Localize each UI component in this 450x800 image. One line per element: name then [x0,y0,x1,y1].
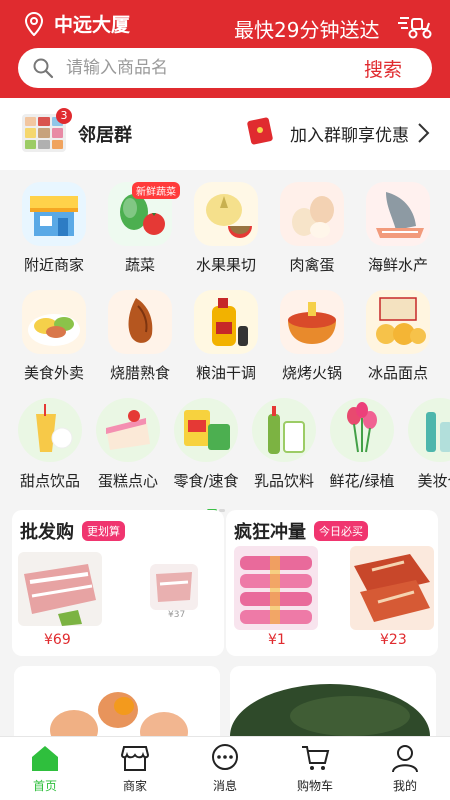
group-unread-badge: 3 [56,108,72,124]
seafood-icon [366,182,430,246]
location-name[interactable]: 中远大厦 [54,10,130,37]
category-takeout[interactable]: 美食外卖 [14,284,94,384]
cosmetics-icon [408,398,450,462]
category-label: 美食外卖 [23,364,84,382]
category-meat-eggs[interactable]: 肉禽蛋 [272,176,352,276]
fruit-icon [194,182,258,246]
product-price: ¥69 [44,632,71,648]
search-input[interactable] [66,56,336,80]
category-cakes[interactable]: 蛋糕点心 [88,392,168,492]
scooter-icon [398,17,432,39]
meat-egg-icon [280,182,344,246]
category-label: 甜点饮品 [19,472,80,490]
roast-duck-icon [108,290,172,354]
category-seafood[interactable]: 海鲜水产 [358,176,438,276]
category-flowers[interactable]: 鲜花/绿植 [322,392,402,492]
category-snacks[interactable]: 零食/速食 [166,392,246,492]
join-group-text[interactable]: 加入群聊享优惠 [290,121,409,146]
bottom-tab-bar: 首页 商家 消息 购物车 我的 [0,736,450,800]
category-bbq-hotpot[interactable]: 烧烤火锅 [272,284,352,384]
snack-icon [174,398,238,462]
wholesale-tag: 更划算 [82,521,125,541]
home-icon [32,746,58,771]
category-label: 冰品面点 [367,364,428,382]
cake-icon [96,398,160,462]
fresh-vegetable-tag: 新鲜蔬菜 [132,182,180,199]
category-vegetables[interactable]: 新鲜蔬菜 蔬菜 [100,176,180,276]
eggs-icon [14,666,220,746]
search-bar[interactable]: 搜索 [18,48,432,88]
roast-pork-icon[interactable] [350,546,434,630]
profile-icon [392,745,418,773]
category-cosmetics[interactable]: 美妆个 [400,392,450,492]
product-price: ¥37 [168,610,186,620]
tab-profile[interactable]: 我的 [360,737,450,800]
location-pin-icon[interactable] [24,12,44,36]
category-frozen-pastry[interactable]: 冰品面点 [358,284,438,384]
category-grid: 附近商家 新鲜蔬菜 蔬菜 水果果切 肉禽蛋 海鲜水产 美食外卖 烧腊熟食 粮油干… [0,170,450,512]
hotpot-icon [280,290,344,354]
category-roast[interactable]: 烧腊熟食 [100,284,180,384]
header: 中远大厦 最快29分钟送达 搜索 [0,0,450,98]
category-label: 海鲜水产 [367,256,428,274]
avocado-icon [230,666,436,746]
category-label: 水果果切 [195,256,256,274]
feed-card[interactable] [14,666,220,746]
oil-grain-icon [194,290,258,354]
category-label: 烧烤火锅 [281,364,342,382]
category-label: 蛋糕点心 [97,472,158,490]
category-dairy-drinks[interactable]: 乳品饮料 [244,392,324,492]
tab-label: 商家 [122,779,147,793]
category-label: 美妆个 [417,472,450,490]
product-price: ¥1 [268,632,286,648]
tab-label: 购物车 [296,779,333,793]
tab-shops[interactable]: 商家 [90,737,180,800]
group-name: 邻居群 [78,125,132,146]
wholesale-card[interactable]: 批发购 更划算 ¥69 ¥37 [12,510,224,656]
category-label: 零食/速食 [173,472,239,490]
crazy-deals-tag: 今日必买 [314,521,368,541]
chevron-right-icon[interactable] [416,122,430,144]
tab-label: 首页 [32,779,57,793]
meat-slice-icon[interactable] [150,564,198,610]
tab-label: 消息 [212,779,237,793]
category-nearby-stores[interactable]: 附近商家 [14,176,94,276]
store-icon [22,182,86,246]
milk-icon [252,398,316,462]
message-icon [212,744,238,770]
category-label: 乳品饮料 [253,472,314,490]
category-label: 蔬菜 [124,256,155,274]
product-price: ¥23 [380,632,407,648]
category-desserts-drinks[interactable]: 甜点饮品 [10,392,90,492]
category-label: 附近商家 [23,256,84,274]
wholesale-title: 批发购 [20,522,74,543]
red-envelope-icon [247,117,273,145]
search-icon [33,58,54,79]
pork-icon[interactable] [18,552,102,626]
category-label: 粮油干调 [195,364,256,382]
tab-cart[interactable]: 购物车 [270,737,360,800]
pastry-icon [366,290,430,354]
tab-messages[interactable]: 消息 [180,737,270,800]
search-button[interactable]: 搜索 [364,55,402,82]
shop-icon [120,746,150,771]
drink-icon [18,398,82,462]
tab-home[interactable]: 首页 [0,737,90,800]
takeout-icon [22,290,86,354]
category-label: 鲜花/绿植 [329,472,395,490]
tab-label: 我的 [392,779,417,793]
flower-icon [330,398,394,462]
category-label: 烧腊熟食 [109,364,170,382]
crazy-deals-title: 疯狂冲量 [234,522,306,543]
sausage-icon[interactable] [234,546,318,630]
category-label: 肉禽蛋 [289,256,335,274]
category-grain-oil[interactable]: 粮油干调 [186,284,266,384]
category-fruits[interactable]: 水果果切 [186,176,266,276]
delivery-time-text: 最快29分钟送达 [234,18,380,42]
cart-icon [302,746,330,770]
crazy-deals-card[interactable]: 疯狂冲量 今日必买 ¥1 ¥23 [226,510,438,656]
feed-card[interactable] [230,666,436,746]
